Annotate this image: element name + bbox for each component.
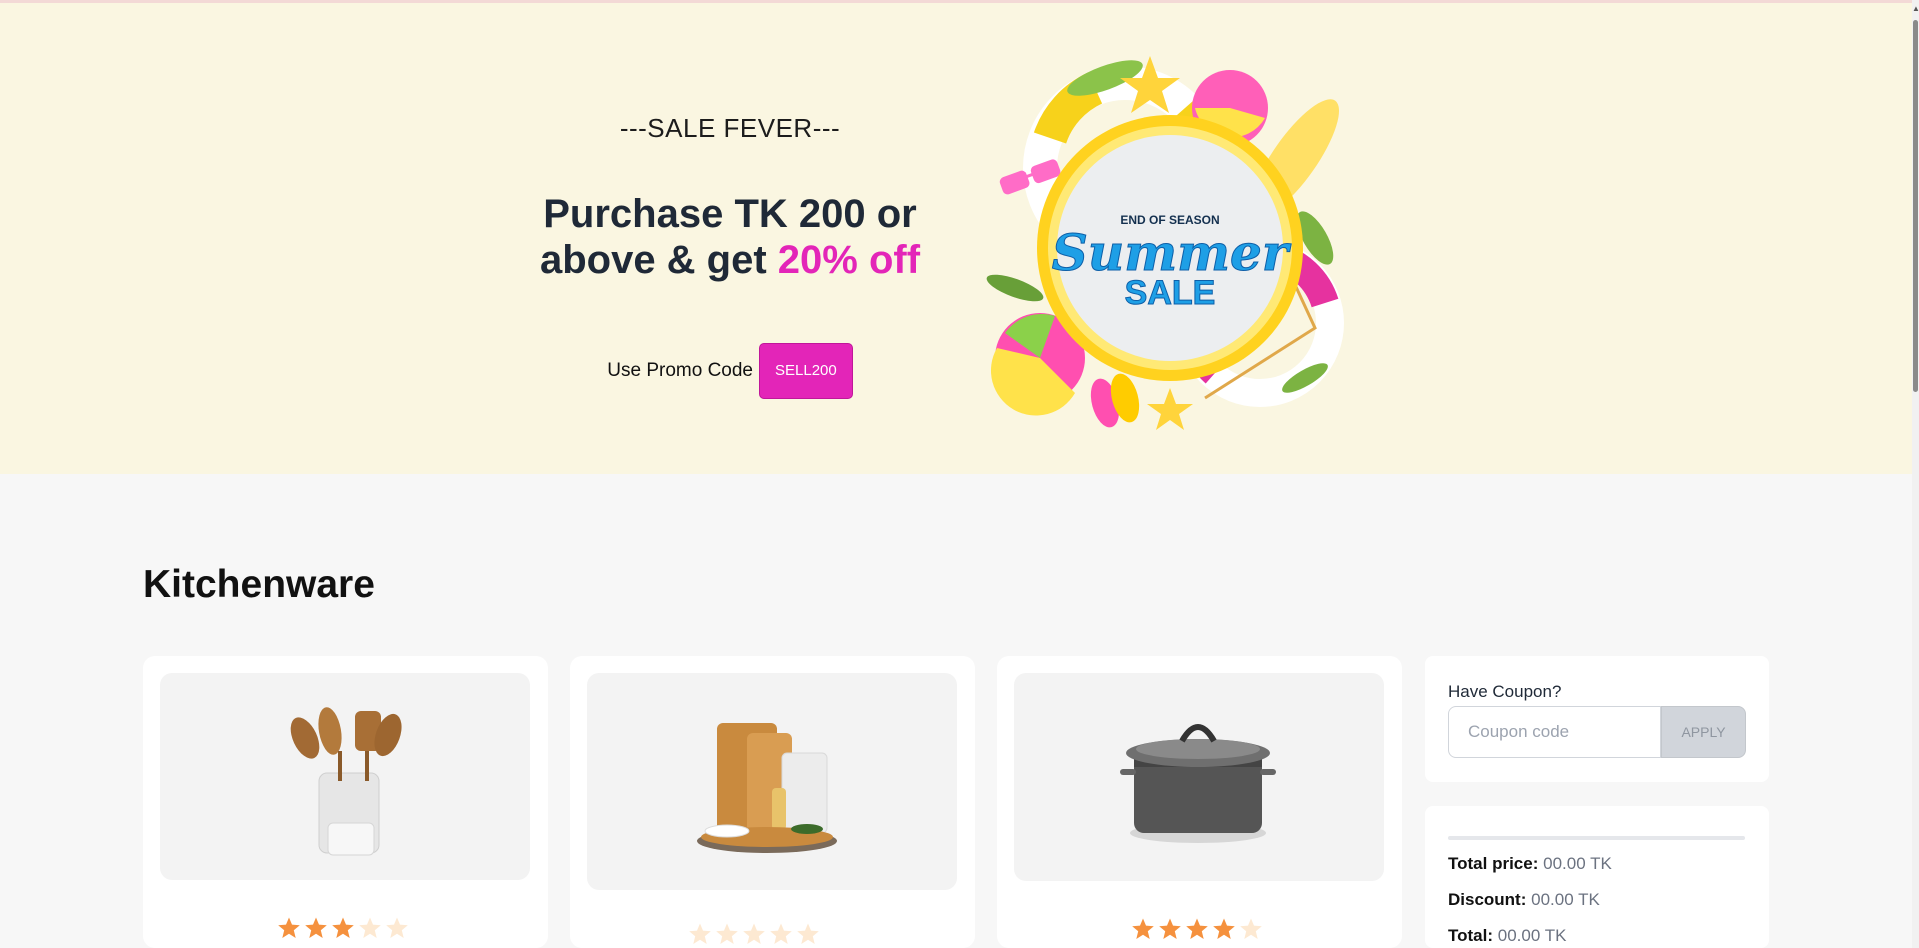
promo-headline: Purchase TK 200 or above & get 20% off: [490, 191, 970, 283]
rating-stars: [277, 916, 409, 940]
cutting-board-set-image: [697, 723, 837, 853]
star-icon: [1186, 918, 1208, 939]
summary-divider: [1448, 836, 1745, 840]
star-icon: [1132, 918, 1154, 939]
rating-stars: [1131, 917, 1263, 941]
scroll-up-arrow-icon[interactable]: ▲: [1912, 4, 1919, 14]
total-price-value: 00.00 TK: [1543, 854, 1612, 873]
promo-code-row: Use Promo Code SELL200: [490, 343, 970, 399]
discount-row: Discount: 00.00 TK: [1448, 890, 1600, 910]
section-title: Kitchenware: [143, 563, 375, 606]
coupon-label: Have Coupon?: [1448, 682, 1562, 701]
starfish: [1147, 388, 1193, 430]
star-icon: [332, 917, 354, 938]
total-price-row: Total price: 00.00 TK: [1448, 854, 1612, 874]
star-icon: [689, 923, 711, 944]
star-icon: [797, 923, 819, 944]
total-value: 00.00 TK: [1497, 926, 1567, 945]
cooking-pot-image: [1120, 724, 1276, 843]
promo-hero: ---SALE FEVER--- Purchase TK 200 or abov…: [0, 3, 1912, 474]
discount-label: Discount:: [1448, 890, 1527, 909]
order-summary-panel: Total price: 00.00 TK Discount: 00.00 TK…: [1425, 806, 1769, 948]
star-icon: [359, 917, 381, 938]
product-card[interactable]: [570, 656, 975, 948]
star-icon: [386, 917, 408, 938]
kitchen-utensil-set-image: [290, 707, 402, 856]
star-icon: [1240, 918, 1262, 939]
headline-highlight: 20% off: [777, 238, 921, 282]
lifebuoy-stripe: [1033, 72, 1103, 145]
coupon-panel: Have Coupon? Coupon code APPLY: [1425, 656, 1769, 782]
star-icon: [770, 923, 792, 944]
product-image-frame: [587, 673, 957, 890]
star-icon: [1159, 918, 1181, 939]
product-card[interactable]: [997, 656, 1402, 948]
scrollbar-thumb[interactable]: [1913, 20, 1918, 392]
product-image-frame: [160, 673, 530, 880]
apply-coupon-button[interactable]: APPLY: [1661, 706, 1746, 758]
star-icon: [743, 923, 765, 944]
summer-sale-illustration: END OF SEASON Summer SALE: [986, 56, 1344, 430]
palm-leaf: [986, 274, 1044, 302]
discount-value: 00.00 TK: [1531, 890, 1600, 909]
total-label: Total:: [1448, 926, 1494, 945]
promo-label: Use Promo Code: [607, 360, 753, 381]
rating-stars: [688, 922, 820, 946]
banner-line-3: SALE: [1125, 274, 1216, 312]
total-price-label: Total price:: [1448, 854, 1539, 873]
promo-code-button[interactable]: SELL200: [759, 343, 853, 399]
star-icon: [716, 923, 738, 944]
sale-eyebrow: ---SALE FEVER---: [619, 113, 841, 143]
star-icon: [278, 917, 300, 938]
total-row: Total: 00.00 TK: [1448, 926, 1566, 946]
star-icon: [305, 917, 327, 938]
coupon-code-input[interactable]: Coupon code: [1448, 706, 1661, 758]
star-icon: [1213, 918, 1235, 939]
product-image-frame: [1014, 673, 1384, 881]
product-card[interactable]: [143, 656, 548, 948]
